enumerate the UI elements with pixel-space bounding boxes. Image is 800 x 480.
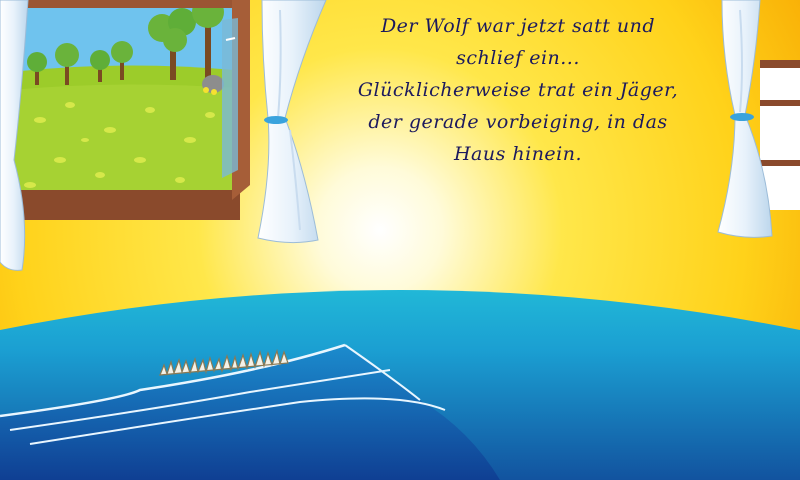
story-line: Der Wolf war jetzt satt und — [380, 15, 656, 37]
story-line: Glücklicherweise trat ein Jäger, — [357, 79, 679, 101]
story-line: der gerade vorbeiging, in das — [368, 111, 668, 133]
landscape — [10, 0, 235, 200]
story-text: Der Wolf war jetzt satt und schlief ein.… — [318, 10, 718, 170]
story-line: Haus hinein. — [453, 143, 583, 165]
story-line: schlief ein... — [456, 47, 580, 69]
window-illustration — [0, 0, 250, 220]
bed-blanket-illustration — [0, 290, 800, 480]
